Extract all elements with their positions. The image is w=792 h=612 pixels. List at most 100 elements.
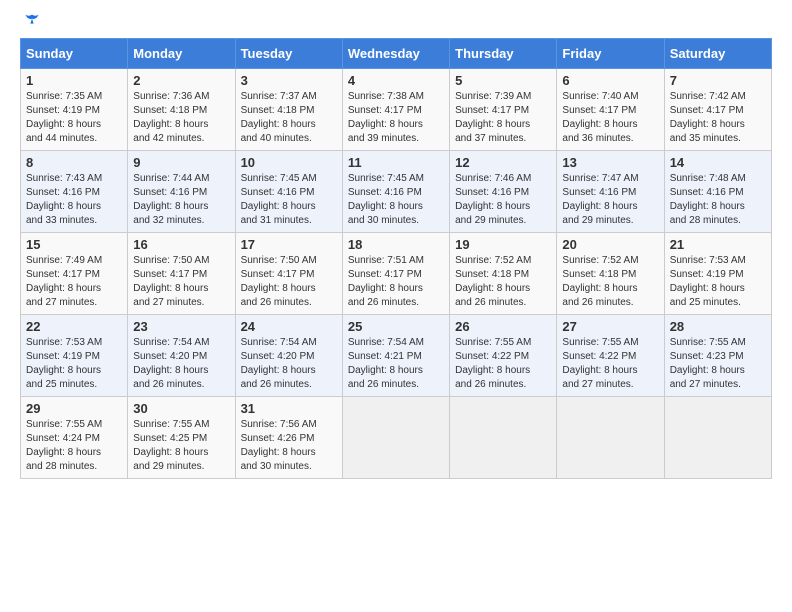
day-number: 31	[241, 401, 337, 416]
day-info: Sunrise: 7:48 AMSunset: 4:16 PMDaylight:…	[670, 172, 766, 228]
day-number: 2	[133, 73, 229, 88]
calendar-cell: 17 Sunrise: 7:50 AMSunset: 4:17 PMDaylig…	[235, 233, 342, 315]
day-number: 7	[670, 73, 766, 88]
calendar-cell: 10 Sunrise: 7:45 AMSunset: 4:16 PMDaylig…	[235, 151, 342, 233]
calendar-cell: 3 Sunrise: 7:37 AMSunset: 4:18 PMDayligh…	[235, 69, 342, 151]
day-info: Sunrise: 7:46 AMSunset: 4:16 PMDaylight:…	[455, 172, 551, 228]
calendar-cell: 20 Sunrise: 7:52 AMSunset: 4:18 PMDaylig…	[557, 233, 664, 315]
calendar-cell: 9 Sunrise: 7:44 AMSunset: 4:16 PMDayligh…	[128, 151, 235, 233]
calendar-cell: 7 Sunrise: 7:42 AMSunset: 4:17 PMDayligh…	[664, 69, 771, 151]
day-number: 21	[670, 237, 766, 252]
day-number: 20	[562, 237, 658, 252]
calendar-cell: 21 Sunrise: 7:53 AMSunset: 4:19 PMDaylig…	[664, 233, 771, 315]
day-info: Sunrise: 7:55 AMSunset: 4:22 PMDaylight:…	[455, 336, 551, 392]
day-number: 12	[455, 155, 551, 170]
calendar-cell: 5 Sunrise: 7:39 AMSunset: 4:17 PMDayligh…	[450, 69, 557, 151]
header	[20, 16, 772, 28]
calendar-cell: 16 Sunrise: 7:50 AMSunset: 4:17 PMDaylig…	[128, 233, 235, 315]
day-info: Sunrise: 7:42 AMSunset: 4:17 PMDaylight:…	[670, 90, 766, 146]
logo-bird-icon	[22, 12, 42, 32]
day-number: 3	[241, 73, 337, 88]
day-info: Sunrise: 7:40 AMSunset: 4:17 PMDaylight:…	[562, 90, 658, 146]
day-info: Sunrise: 7:38 AMSunset: 4:17 PMDaylight:…	[348, 90, 444, 146]
header-saturday: Saturday	[664, 39, 771, 69]
calendar-week-4: 22 Sunrise: 7:53 AMSunset: 4:19 PMDaylig…	[21, 315, 772, 397]
header-wednesday: Wednesday	[342, 39, 449, 69]
day-info: Sunrise: 7:52 AMSunset: 4:18 PMDaylight:…	[455, 254, 551, 310]
day-number: 10	[241, 155, 337, 170]
calendar-cell: 25 Sunrise: 7:54 AMSunset: 4:21 PMDaylig…	[342, 315, 449, 397]
day-number: 23	[133, 319, 229, 334]
day-info: Sunrise: 7:51 AMSunset: 4:17 PMDaylight:…	[348, 254, 444, 310]
calendar-cell: 31 Sunrise: 7:56 AMSunset: 4:26 PMDaylig…	[235, 397, 342, 479]
day-number: 18	[348, 237, 444, 252]
calendar-week-1: 1 Sunrise: 7:35 AMSunset: 4:19 PMDayligh…	[21, 69, 772, 151]
calendar-cell: 8 Sunrise: 7:43 AMSunset: 4:16 PMDayligh…	[21, 151, 128, 233]
calendar-cell: 12 Sunrise: 7:46 AMSunset: 4:16 PMDaylig…	[450, 151, 557, 233]
calendar-cell	[664, 397, 771, 479]
day-info: Sunrise: 7:53 AMSunset: 4:19 PMDaylight:…	[26, 336, 122, 392]
day-number: 28	[670, 319, 766, 334]
calendar-cell: 1 Sunrise: 7:35 AMSunset: 4:19 PMDayligh…	[21, 69, 128, 151]
day-number: 25	[348, 319, 444, 334]
header-thursday: Thursday	[450, 39, 557, 69]
day-info: Sunrise: 7:45 AMSunset: 4:16 PMDaylight:…	[348, 172, 444, 228]
day-info: Sunrise: 7:55 AMSunset: 4:24 PMDaylight:…	[26, 418, 122, 474]
calendar-week-5: 29 Sunrise: 7:55 AMSunset: 4:24 PMDaylig…	[21, 397, 772, 479]
day-number: 30	[133, 401, 229, 416]
day-number: 24	[241, 319, 337, 334]
calendar-cell: 11 Sunrise: 7:45 AMSunset: 4:16 PMDaylig…	[342, 151, 449, 233]
day-info: Sunrise: 7:44 AMSunset: 4:16 PMDaylight:…	[133, 172, 229, 228]
calendar-cell: 24 Sunrise: 7:54 AMSunset: 4:20 PMDaylig…	[235, 315, 342, 397]
day-info: Sunrise: 7:47 AMSunset: 4:16 PMDaylight:…	[562, 172, 658, 228]
day-info: Sunrise: 7:50 AMSunset: 4:17 PMDaylight:…	[241, 254, 337, 310]
calendar-cell: 26 Sunrise: 7:55 AMSunset: 4:22 PMDaylig…	[450, 315, 557, 397]
header-friday: Friday	[557, 39, 664, 69]
calendar-cell: 19 Sunrise: 7:52 AMSunset: 4:18 PMDaylig…	[450, 233, 557, 315]
logo	[20, 16, 42, 28]
day-number: 22	[26, 319, 122, 334]
calendar-cell: 18 Sunrise: 7:51 AMSunset: 4:17 PMDaylig…	[342, 233, 449, 315]
day-info: Sunrise: 7:37 AMSunset: 4:18 PMDaylight:…	[241, 90, 337, 146]
calendar-cell: 22 Sunrise: 7:53 AMSunset: 4:19 PMDaylig…	[21, 315, 128, 397]
day-info: Sunrise: 7:55 AMSunset: 4:22 PMDaylight:…	[562, 336, 658, 392]
day-info: Sunrise: 7:36 AMSunset: 4:18 PMDaylight:…	[133, 90, 229, 146]
calendar-cell: 30 Sunrise: 7:55 AMSunset: 4:25 PMDaylig…	[128, 397, 235, 479]
calendar-cell: 28 Sunrise: 7:55 AMSunset: 4:23 PMDaylig…	[664, 315, 771, 397]
day-number: 16	[133, 237, 229, 252]
calendar-header-row: SundayMondayTuesdayWednesdayThursdayFrid…	[21, 39, 772, 69]
calendar-cell: 27 Sunrise: 7:55 AMSunset: 4:22 PMDaylig…	[557, 315, 664, 397]
calendar-cell: 14 Sunrise: 7:48 AMSunset: 4:16 PMDaylig…	[664, 151, 771, 233]
calendar-week-2: 8 Sunrise: 7:43 AMSunset: 4:16 PMDayligh…	[21, 151, 772, 233]
day-info: Sunrise: 7:55 AMSunset: 4:23 PMDaylight:…	[670, 336, 766, 392]
header-monday: Monday	[128, 39, 235, 69]
header-tuesday: Tuesday	[235, 39, 342, 69]
day-number: 19	[455, 237, 551, 252]
day-info: Sunrise: 7:52 AMSunset: 4:18 PMDaylight:…	[562, 254, 658, 310]
day-info: Sunrise: 7:39 AMSunset: 4:17 PMDaylight:…	[455, 90, 551, 146]
calendar-cell	[557, 397, 664, 479]
day-info: Sunrise: 7:50 AMSunset: 4:17 PMDaylight:…	[133, 254, 229, 310]
day-info: Sunrise: 7:54 AMSunset: 4:21 PMDaylight:…	[348, 336, 444, 392]
calendar: SundayMondayTuesdayWednesdayThursdayFrid…	[20, 38, 772, 479]
calendar-cell: 13 Sunrise: 7:47 AMSunset: 4:16 PMDaylig…	[557, 151, 664, 233]
day-number: 14	[670, 155, 766, 170]
day-info: Sunrise: 7:45 AMSunset: 4:16 PMDaylight:…	[241, 172, 337, 228]
day-info: Sunrise: 7:54 AMSunset: 4:20 PMDaylight:…	[133, 336, 229, 392]
day-number: 11	[348, 155, 444, 170]
calendar-week-3: 15 Sunrise: 7:49 AMSunset: 4:17 PMDaylig…	[21, 233, 772, 315]
calendar-cell: 2 Sunrise: 7:36 AMSunset: 4:18 PMDayligh…	[128, 69, 235, 151]
calendar-cell: 4 Sunrise: 7:38 AMSunset: 4:17 PMDayligh…	[342, 69, 449, 151]
day-info: Sunrise: 7:55 AMSunset: 4:25 PMDaylight:…	[133, 418, 229, 474]
calendar-cell: 6 Sunrise: 7:40 AMSunset: 4:17 PMDayligh…	[557, 69, 664, 151]
day-number: 8	[26, 155, 122, 170]
day-number: 5	[455, 73, 551, 88]
day-info: Sunrise: 7:53 AMSunset: 4:19 PMDaylight:…	[670, 254, 766, 310]
calendar-cell	[342, 397, 449, 479]
day-number: 1	[26, 73, 122, 88]
day-number: 4	[348, 73, 444, 88]
day-info: Sunrise: 7:49 AMSunset: 4:17 PMDaylight:…	[26, 254, 122, 310]
day-info: Sunrise: 7:35 AMSunset: 4:19 PMDaylight:…	[26, 90, 122, 146]
day-number: 9	[133, 155, 229, 170]
day-info: Sunrise: 7:56 AMSunset: 4:26 PMDaylight:…	[241, 418, 337, 474]
